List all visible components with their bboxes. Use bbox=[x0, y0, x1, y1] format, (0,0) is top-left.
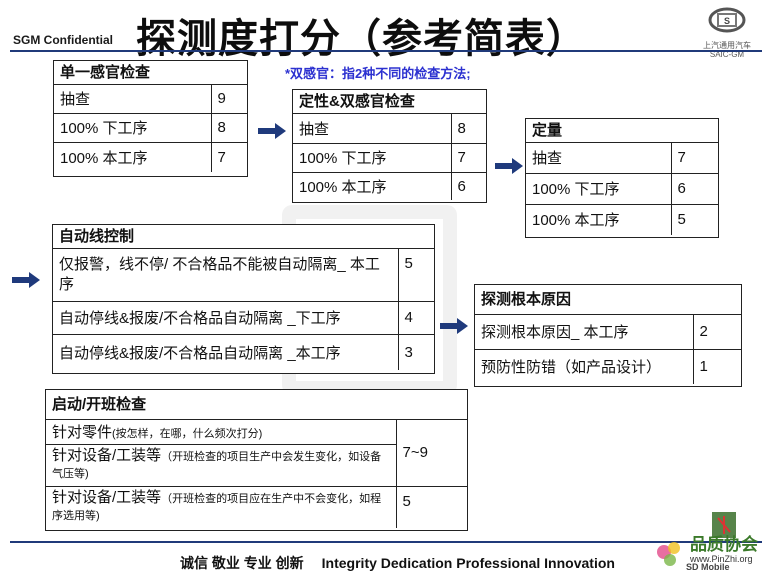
logo-text-cn: 上汽通用汽车 bbox=[703, 41, 751, 50]
table-cell-label: 100% 下工序 bbox=[293, 142, 451, 172]
table-cell-label: 100% 本工序 bbox=[526, 203, 671, 235]
svg-text:S: S bbox=[724, 16, 730, 26]
table-cell-value: 6 bbox=[450, 171, 486, 200]
table-cell-label: 自动停线&报废/不合格品自动隔离 _下工序 bbox=[53, 300, 398, 334]
table-cell-label: 100% 本工序 bbox=[54, 141, 211, 172]
startup-box: 启动/开班检查 针对零件(按怎样，在哪，什么频次打分) 7~9 针对设备/工装等… bbox=[45, 389, 468, 531]
arrow-right-icon bbox=[495, 158, 523, 174]
table-cell-label: 针对设备/工装等（开班检查的项目生产中会发生变化，如设备气压等) bbox=[46, 443, 396, 486]
table-cell-label: 探测根本原因_ 本工序 bbox=[481, 324, 629, 342]
footer-slogan-en: Integrity Dedication Professional Innova… bbox=[321, 555, 615, 571]
table-cell-value: 7 bbox=[450, 142, 486, 172]
footer-slogan: 诚信 敬业 专业 创新 Integrity Dedication Professi… bbox=[180, 553, 615, 573]
footer-slogan-cn: 诚信 敬业 专业 创新 bbox=[180, 555, 304, 571]
corner-watermark-logo: 品质协会 www.PinZhi.org SD Mobile bbox=[650, 510, 768, 572]
auto-line-box: 自动线控制 仅报警，线不停/ 不合格品不能被自动隔离_ 本工序 5 自动停线&报废… bbox=[52, 224, 435, 374]
table-cell-label: 针对零件(按怎样，在哪，什么频次打分) bbox=[46, 420, 396, 444]
logo-emblem-icon: S bbox=[708, 7, 746, 33]
single-sense-table: 抽查 9 100% 下工序 8 100% 本工序 7 bbox=[54, 85, 247, 172]
quantitative-box: 定量 抽查 7 100% 下工序 6 100% 本工序 5 bbox=[525, 118, 719, 238]
table-cell-value: 7 bbox=[670, 143, 718, 173]
startup-title: 启动/开班检查 bbox=[46, 390, 467, 420]
root-cause-box: 探测根本原因 探测根本原因_ 本工序 2 预防性防错（如产品设计） 1 bbox=[474, 284, 742, 387]
corner-watermark-text: SD Mobile bbox=[686, 562, 730, 572]
table-cell-label: 抽查 bbox=[532, 150, 563, 168]
table-cell-value: 6 bbox=[670, 172, 718, 204]
arrow-right-icon bbox=[440, 318, 468, 334]
root-cause-title: 探测根本原因 bbox=[475, 285, 741, 315]
table-cell-label: 100% 下工序 bbox=[526, 172, 671, 204]
startup-item-label: 针对设备/工装等 bbox=[52, 447, 162, 464]
table-cell-value: 7~9 bbox=[395, 420, 467, 486]
quantitative-title: 定量 bbox=[526, 119, 718, 143]
page-title: 探测度打分（参考简表） bbox=[136, 15, 587, 62]
qualitative-title: 定性&双感官检查 bbox=[293, 90, 486, 114]
table-cell-value: 5 bbox=[397, 249, 434, 301]
confidential-label: SGM Confidential bbox=[13, 33, 113, 47]
auto-line-title: 自动线控制 bbox=[53, 225, 434, 249]
header-rule bbox=[10, 50, 762, 52]
root-cause-table: 探测根本原因_ 本工序 2 预防性防错（如产品设计） 1 bbox=[475, 315, 741, 384]
table-cell-label: 抽查 bbox=[60, 91, 91, 109]
table-cell-value: 2 bbox=[692, 315, 741, 349]
quantitative-table: 抽查 7 100% 下工序 6 100% 本工序 5 bbox=[526, 143, 718, 235]
table-cell-value: 1 bbox=[692, 348, 741, 384]
table-cell-value: 8 bbox=[450, 114, 486, 143]
sgm-logo: S 上汽通用汽车 SAIC-GM bbox=[692, 6, 762, 59]
auto-line-table: 仅报警，线不停/ 不合格品不能被自动隔离_ 本工序 5 自动停线&报废/不合格品自… bbox=[53, 249, 434, 370]
table-cell-value: 5 bbox=[670, 203, 718, 235]
table-cell-value: 5 bbox=[395, 485, 467, 528]
table-cell-value: 4 bbox=[397, 300, 434, 334]
table-cell-label: 抽查 bbox=[299, 120, 330, 138]
table-cell-value: 9 bbox=[210, 85, 247, 113]
startup-table: 针对零件(按怎样，在哪，什么频次打分) 7~9 针对设备/工装等（开班检查的项目… bbox=[46, 420, 467, 528]
arrow-right-icon bbox=[258, 123, 286, 139]
single-sense-box: 单一感官检查 抽查 9 100% 下工序 8 100% 本工序 7 bbox=[53, 60, 248, 177]
table-cell-value: 3 bbox=[397, 333, 434, 370]
table-cell-label: 针对设备/工装等（开班检查的项目应在生产中不会变化，如程序选用等) bbox=[46, 485, 396, 528]
table-cell-value: 7 bbox=[210, 141, 247, 172]
qualitative-table: 抽查 8 100% 下工序 7 100% 本工序 6 bbox=[293, 114, 486, 200]
note-text: *双感官：指2种不同的检查方法; bbox=[285, 66, 471, 81]
startup-item-label: 针对设备/工装等 bbox=[52, 489, 162, 507]
table-cell-label: 100% 本工序 bbox=[293, 171, 451, 200]
single-sense-title: 单一感官检查 bbox=[54, 61, 247, 85]
qualitative-box: 定性&双感官检查 抽查 8 100% 下工序 7 100% 本工序 6 bbox=[292, 89, 487, 203]
startup-item-label: 针对零件 bbox=[52, 424, 113, 442]
svg-text:品质协会: 品质协会 bbox=[690, 534, 758, 555]
startup-item-note: (按怎样，在哪，什么频次打分) bbox=[112, 428, 263, 441]
table-cell-label: 自动停线&报废/不合格品自动隔离 _本工序 bbox=[53, 333, 398, 370]
table-cell-label: 100% 下工序 bbox=[54, 112, 211, 142]
table-cell-value: 8 bbox=[210, 112, 247, 142]
table-cell-label: 仅报警，线不停/ 不合格品不能被自动隔离_ 本工序 bbox=[59, 255, 380, 293]
table-cell-label: 预防性防错（如产品设计） bbox=[475, 348, 693, 384]
arrow-right-icon bbox=[12, 272, 40, 288]
